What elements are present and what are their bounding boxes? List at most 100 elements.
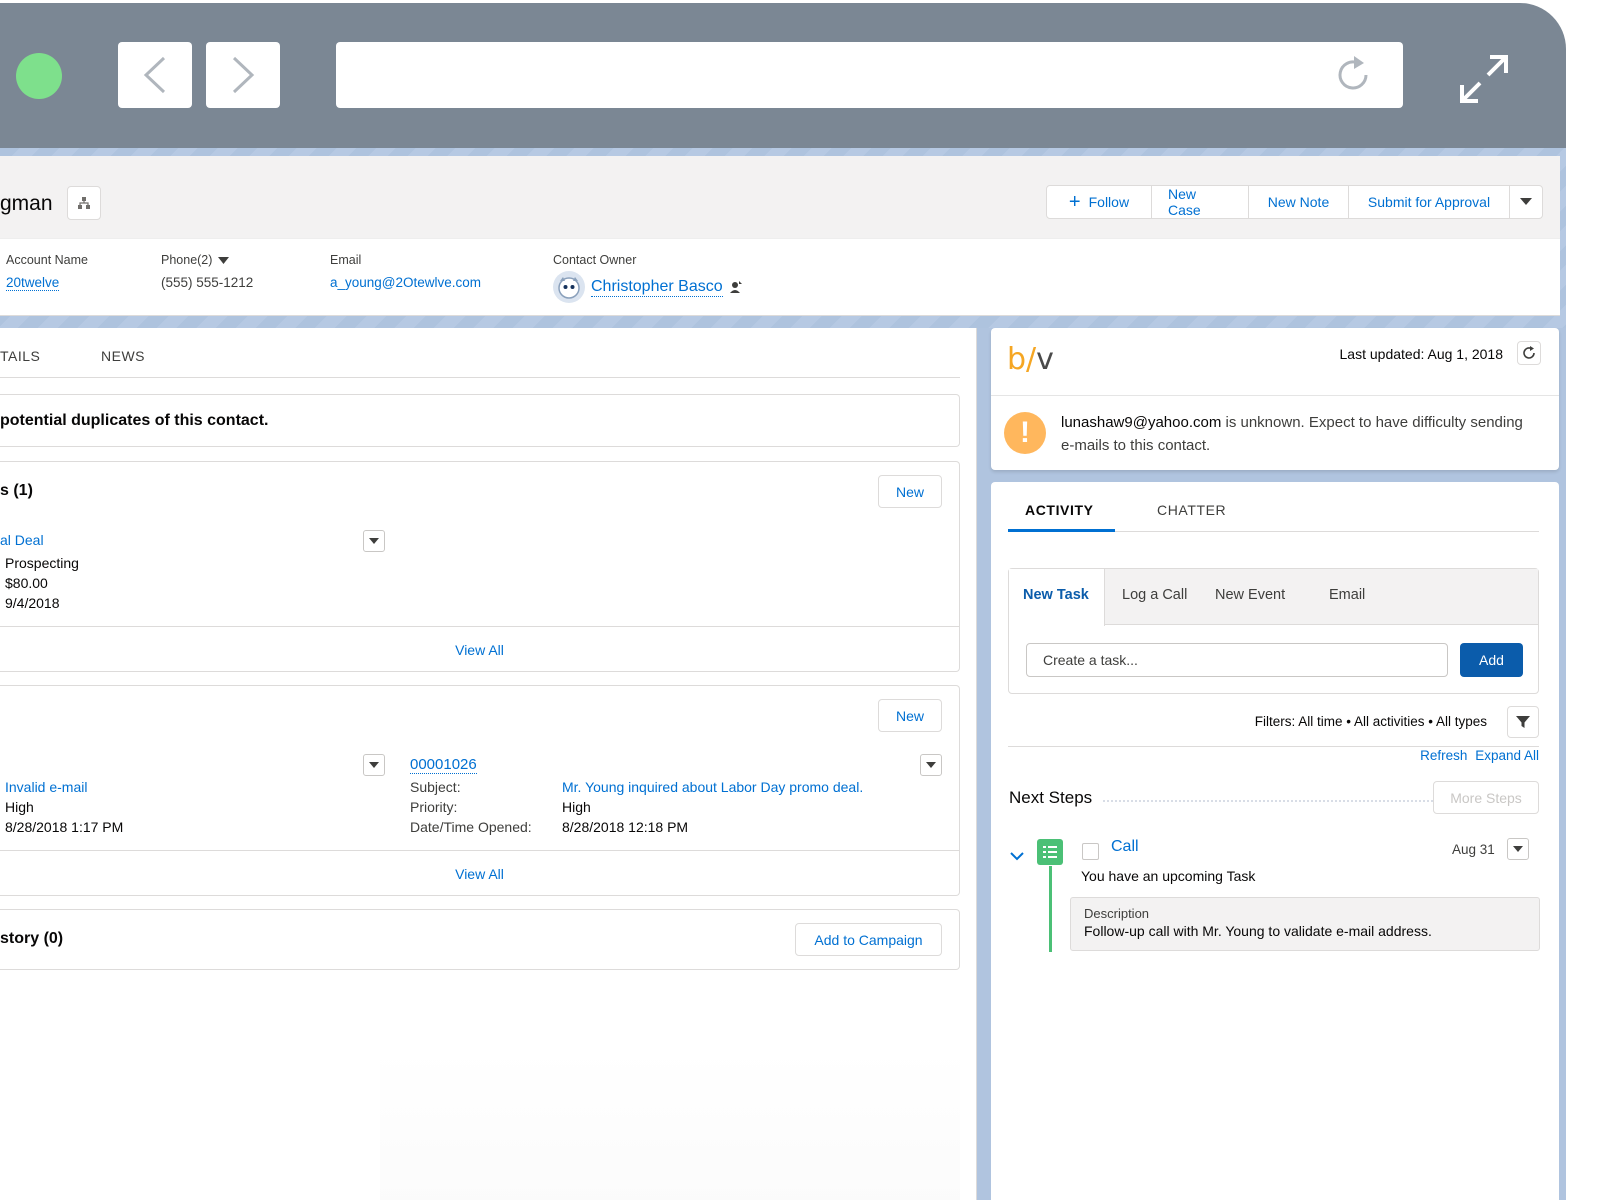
- view-all-link[interactable]: View All: [455, 866, 504, 882]
- task-row-menu[interactable]: [1507, 838, 1529, 860]
- phone-field: Phone(2) (555) 555-1212: [161, 253, 253, 290]
- forward-button[interactable]: [206, 42, 280, 108]
- window-status-dot[interactable]: [16, 53, 62, 99]
- composer-tabs: New Task Log a Call New Event Email: [1009, 569, 1538, 626]
- subject-value[interactable]: Mr. Young inquired about Labor Day promo…: [562, 779, 863, 795]
- case2-row-menu[interactable]: [920, 754, 942, 776]
- record-tabs: TAILS NEWS: [0, 328, 960, 378]
- opportunity-row-menu[interactable]: [363, 530, 385, 552]
- caret-down-icon[interactable]: [218, 256, 230, 264]
- description-text: Follow-up call with Mr. Young to validat…: [1084, 923, 1432, 939]
- expand-icon[interactable]: [1456, 51, 1512, 107]
- browser-window: gman + Follow New Case New Note Submit f…: [0, 3, 1566, 1200]
- refresh-link[interactable]: Refresh: [1420, 748, 1467, 763]
- add-task-button[interactable]: Add: [1460, 643, 1523, 677]
- opened-label: Date/Time Opened:: [410, 819, 532, 835]
- case-number-link[interactable]: 00001026: [410, 756, 477, 774]
- new-case-related-button[interactable]: New: [878, 699, 942, 732]
- hierarchy-icon: [78, 197, 90, 209]
- email-field: Email a_young@2Otewlve.com: [330, 253, 481, 290]
- tab-email[interactable]: Email: [1329, 587, 1365, 603]
- description-label: Description: [1084, 906, 1150, 921]
- case-reason[interactable]: Invalid e-mail: [5, 779, 87, 795]
- more-actions-button[interactable]: [1509, 185, 1543, 219]
- briteverify-card: b/v Last updated: Aug 1, 2018 ! lunashaw…: [991, 328, 1559, 470]
- email-label: Email: [330, 253, 362, 267]
- new-note-button[interactable]: New Note: [1248, 185, 1349, 219]
- caret-down-icon: [369, 762, 379, 768]
- tab-log-a-call[interactable]: Log a Call: [1122, 587, 1187, 603]
- email-link[interactable]: a_young@2Otewlve.com: [330, 275, 481, 290]
- priority-value: High: [562, 799, 591, 815]
- record-title: gman: [0, 192, 53, 215]
- chevron-down-icon[interactable]: [1009, 848, 1025, 864]
- change-owner-icon[interactable]: [729, 280, 743, 294]
- task-checkbox[interactable]: [1082, 843, 1099, 860]
- verification-message: lunashaw9@yahoo.com is unknown. Expect t…: [1061, 414, 1523, 454]
- activity-composer: New Task Log a Call New Event Email Crea…: [1008, 568, 1539, 694]
- create-task-input[interactable]: Create a task...: [1026, 643, 1448, 677]
- timeline-actions: Refresh Expand All: [1416, 748, 1539, 763]
- record-header-top: gman + Follow New Case New Note Submit f…: [0, 156, 1560, 239]
- more-steps-button[interactable]: More Steps: [1433, 781, 1539, 814]
- follow-label: Follow: [1088, 194, 1130, 210]
- duplicates-alert: potential duplicates of this contact.: [0, 394, 960, 447]
- timeline-line: [1049, 866, 1052, 952]
- case-priority: High: [5, 799, 34, 815]
- avatar: [553, 271, 585, 303]
- follow-button[interactable]: + Follow: [1046, 185, 1152, 219]
- hierarchy-button[interactable]: [67, 186, 101, 220]
- expand-all-link[interactable]: Expand All: [1475, 748, 1539, 763]
- tab-activity[interactable]: ACTIVITY: [1025, 502, 1094, 518]
- activity-panel: ACTIVITY CHATTER New Task Log a Call New…: [991, 482, 1559, 1200]
- opportunity-close-date: 9/4/2018: [5, 595, 60, 611]
- caret-down-icon: [926, 762, 936, 768]
- opened-value: 8/28/2018 12:18 PM: [562, 819, 689, 835]
- account-name-link[interactable]: 20twelve: [6, 275, 60, 291]
- task-icon: [1037, 839, 1063, 865]
- opportunity-stage: Prospecting: [5, 555, 79, 571]
- submit-for-approval-button[interactable]: Submit for Approval: [1348, 185, 1510, 219]
- contact-owner-label: Contact Owner: [553, 253, 637, 267]
- task-description-box: Description Follow-up call with Mr. Youn…: [1070, 897, 1540, 951]
- tab-new-task[interactable]: New Task: [1009, 569, 1105, 626]
- tab-details[interactable]: TAILS: [0, 348, 40, 364]
- subject-label: Subject:: [410, 779, 461, 795]
- refresh-button[interactable]: [1517, 341, 1541, 365]
- tab-new-event[interactable]: New Event: [1215, 587, 1285, 603]
- caret-down-icon: [1520, 198, 1532, 205]
- filter-button[interactable]: [1507, 706, 1539, 738]
- opportunity-amount: $80.00: [5, 575, 48, 591]
- activity-tabs: ACTIVITY CHATTER: [1008, 482, 1539, 532]
- plus-icon: +: [1068, 191, 1081, 213]
- opportunities-card: s (1) New al Deal Prospecting $80.00 9/4…: [0, 461, 960, 672]
- back-button[interactable]: [118, 42, 192, 108]
- add-to-campaign-button[interactable]: Add to Campaign: [795, 923, 942, 956]
- campaign-history-title: story (0): [0, 930, 64, 947]
- account-name-label: Account Name: [6, 253, 88, 267]
- task-title-link[interactable]: Call: [1111, 838, 1139, 856]
- contact-owner-link[interactable]: Christopher Basco: [591, 278, 723, 297]
- dotted-separator: [1103, 800, 1433, 802]
- reload-icon[interactable]: [1333, 55, 1373, 95]
- view-all-link[interactable]: View All: [455, 642, 504, 658]
- address-bar[interactable]: [336, 42, 1403, 108]
- refresh-icon: [1523, 346, 1535, 359]
- header-actions: + Follow New Case New Note Submit for Ap…: [1046, 185, 1543, 219]
- tab-chatter[interactable]: CHATTER: [1157, 502, 1226, 518]
- case-row-menu[interactable]: [363, 754, 385, 776]
- active-tab-indicator: [1008, 529, 1115, 532]
- record-header: gman + Follow New Case New Note Submit f…: [0, 156, 1560, 316]
- duplicates-text: potential duplicates of this contact.: [0, 412, 269, 429]
- task-list-icon: [1043, 846, 1057, 858]
- last-updated-text: Last updated: Aug 1, 2018: [1339, 346, 1503, 362]
- tab-news[interactable]: NEWS: [101, 348, 145, 364]
- new-case-button[interactable]: New Case: [1151, 185, 1249, 219]
- opportunity-link[interactable]: al Deal: [0, 532, 44, 548]
- new-opportunity-button[interactable]: New: [878, 475, 942, 508]
- task-date: Aug 31: [1452, 842, 1495, 857]
- opportunities-view-all: View All: [0, 626, 959, 672]
- astro-avatar-icon: [558, 277, 580, 299]
- filters-text: Filters: All time • All activities • All…: [1254, 714, 1487, 729]
- campaign-history-card: story (0) Add to Campaign: [0, 909, 960, 970]
